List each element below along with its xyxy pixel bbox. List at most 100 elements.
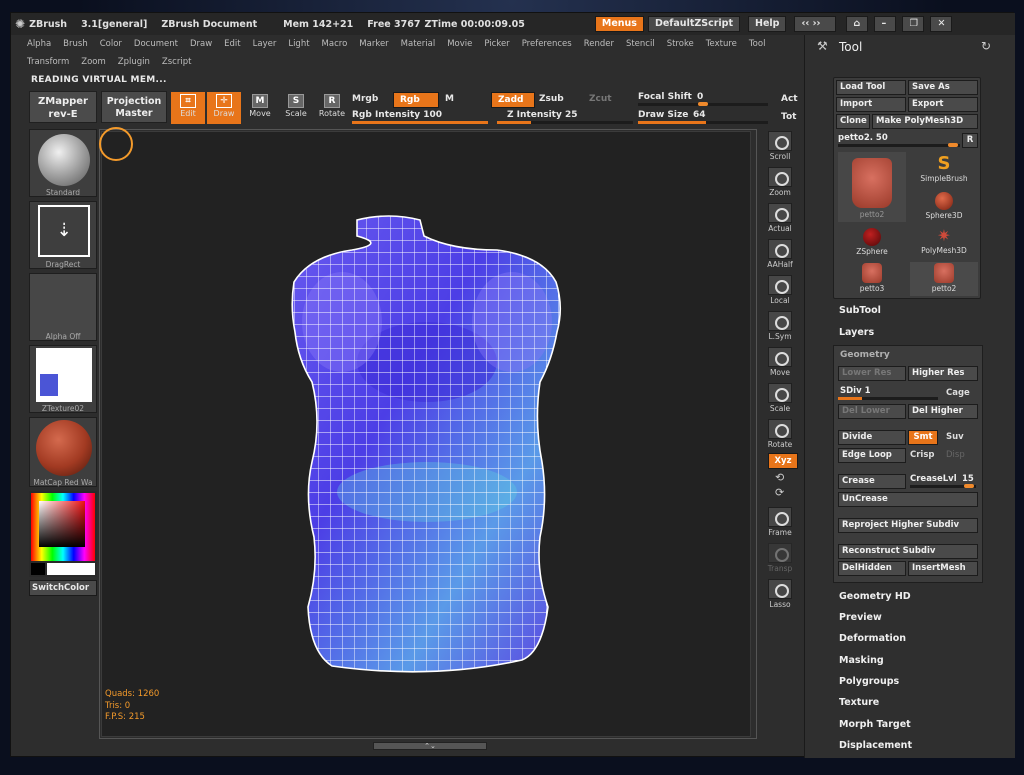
menu-texture[interactable]: Texture — [706, 39, 737, 49]
menu-light[interactable]: Light — [288, 39, 309, 49]
crease-level-slider[interactable] — [910, 484, 976, 488]
crease-button[interactable]: Crease — [838, 474, 906, 489]
menu-zoom[interactable]: Zoom — [81, 57, 106, 67]
default-zscript-button[interactable]: DefaultZScript — [647, 16, 741, 32]
rotate-view-button[interactable]: Rotate — [763, 419, 797, 449]
edit-button[interactable]: ⌗ Edit — [171, 92, 205, 124]
projection-master-button[interactable]: Projection Master — [101, 91, 167, 123]
menu-movie[interactable]: Movie — [447, 39, 472, 49]
alpha-tile[interactable]: Alpha Off — [29, 273, 97, 341]
switch-color-button[interactable]: SwitchColor — [29, 580, 97, 596]
focal-shift-slider[interactable] — [638, 102, 768, 106]
move-view-button[interactable]: Move — [763, 347, 797, 377]
maximize-icon[interactable]: ❐ — [902, 16, 925, 32]
smt-toggle[interactable]: Smt — [908, 430, 938, 445]
frame-button[interactable]: Frame — [763, 507, 797, 537]
draw-button[interactable]: ✛ Draw — [207, 92, 241, 124]
menus-button[interactable]: Menus — [594, 16, 644, 32]
zoom-button[interactable]: Zoom — [763, 167, 797, 197]
del-higher-button[interactable]: Del Higher — [908, 404, 978, 419]
z-intensity-slider[interactable] — [497, 121, 633, 124]
menu-marker[interactable]: Marker — [359, 39, 388, 49]
nav-arrows-button[interactable]: ‹‹ ›› — [794, 16, 837, 32]
menu-macro[interactable]: Macro — [322, 39, 348, 49]
geometry-title[interactable]: Geometry — [840, 350, 890, 360]
tool-thumb-polymesh3d[interactable]: ✷ PolyMesh3D — [910, 226, 978, 260]
menu-draw[interactable]: Draw — [190, 39, 212, 49]
export-button[interactable]: Export — [908, 97, 978, 112]
rotate-axis-icon[interactable]: ⟲ — [775, 471, 784, 484]
menu-material[interactable]: Material — [401, 39, 436, 49]
menu-brush[interactable]: Brush — [63, 39, 88, 49]
deformation-section[interactable]: Deformation — [839, 633, 906, 644]
secondary-color-swatch[interactable] — [47, 563, 95, 575]
color-saturation-square[interactable] — [39, 501, 85, 547]
zmapper-button[interactable]: ZMapper rev-E — [29, 91, 97, 123]
menu-preferences[interactable]: Preferences — [522, 39, 572, 49]
morph-target-section[interactable]: Morph Target — [839, 719, 911, 730]
menu-edit[interactable]: Edit — [224, 39, 240, 49]
xyz-button[interactable]: Xyz — [768, 453, 798, 469]
menu-layer[interactable]: Layer — [253, 39, 277, 49]
crisp-toggle[interactable]: Crisp — [910, 450, 935, 460]
primary-color-swatch[interactable] — [31, 563, 45, 575]
menu-alpha[interactable]: Alpha — [27, 39, 51, 49]
rgb-button[interactable]: Rgb — [393, 92, 439, 108]
move-button[interactable]: M Move — [243, 92, 277, 124]
masking-section[interactable]: Masking — [839, 655, 884, 666]
menu-tool[interactable]: Tool — [749, 39, 766, 49]
help-button[interactable]: Help — [748, 16, 787, 32]
tool-thumb-simplebrush[interactable]: S SimpleBrush — [910, 154, 978, 188]
crease-level-knob[interactable] — [964, 484, 974, 488]
current-tool-knob[interactable] — [948, 143, 958, 147]
stroke-tile[interactable]: ⇣ DragRect — [29, 201, 97, 269]
tool-thumb-petto2[interactable]: petto2 — [910, 262, 978, 296]
draw-size-slider[interactable] — [638, 121, 768, 124]
focal-shift-knob[interactable] — [698, 102, 708, 106]
disp-slider[interactable]: Disp — [946, 450, 965, 460]
texture-section[interactable]: Texture — [839, 697, 879, 708]
reconstruct-subdiv-button[interactable]: Reconstruct Subdiv — [838, 544, 978, 559]
bottom-shelf-toggle[interactable]: ⌃⌄ — [373, 742, 487, 750]
scale-view-button[interactable]: Scale — [763, 383, 797, 413]
close-icon[interactable]: ✕ — [930, 16, 953, 32]
subtool-section[interactable]: SubTool — [839, 305, 881, 316]
delhidden-button[interactable]: DelHidden — [838, 561, 906, 576]
menu-picker[interactable]: Picker — [484, 39, 509, 49]
tool-thumb-petto3[interactable]: petto3 — [838, 262, 906, 296]
cage-button[interactable]: Cage — [946, 388, 970, 398]
menu-document[interactable]: Document — [134, 39, 178, 49]
texture-tile[interactable]: ZTexture02 — [29, 345, 97, 413]
menu-render[interactable]: Render — [584, 39, 614, 49]
tool-thumb-zsphere[interactable]: ZSphere — [838, 226, 906, 260]
reproject-higher-subdiv-button[interactable]: Reproject Higher Subdiv — [838, 518, 978, 533]
current-tool-slider[interactable] — [838, 143, 960, 147]
lasso-button[interactable]: Lasso — [763, 579, 797, 609]
load-tool-button[interactable]: Load Tool — [836, 80, 906, 95]
menu-zscript[interactable]: Zscript — [162, 57, 192, 67]
document-canvas[interactable] — [101, 131, 751, 737]
make-polymesh-button[interactable]: Make PolyMesh3D — [872, 114, 978, 129]
clone-button[interactable]: Clone — [836, 114, 870, 129]
menu-stroke[interactable]: Stroke — [667, 39, 694, 49]
palette-refresh-icon[interactable]: ↻ — [981, 39, 991, 53]
local-button[interactable]: Local — [763, 275, 797, 305]
displacement-section[interactable]: Displacement — [839, 740, 912, 751]
lower-res-button[interactable]: Lower Res — [838, 366, 906, 381]
sdiv-slider[interactable] — [838, 397, 938, 400]
scale-button[interactable]: S Scale — [279, 92, 313, 124]
menu-zplugin[interactable]: Zplugin — [118, 57, 150, 67]
higher-res-button[interactable]: Higher Res — [908, 366, 978, 381]
scroll-button[interactable]: Scroll — [763, 131, 797, 161]
insertmesh-button[interactable]: InsertMesh — [908, 561, 978, 576]
zcut-button[interactable]: Zcut — [589, 94, 612, 104]
menu-transform[interactable]: Transform — [27, 57, 69, 67]
lock-icon[interactable]: ⌂ — [846, 16, 869, 32]
brush-tile[interactable]: Standard — [29, 129, 97, 197]
mrgb-button[interactable]: Mrgb — [352, 94, 378, 104]
rotate-button[interactable]: R Rotate — [315, 92, 349, 124]
edge-loop-button[interactable]: Edge Loop — [838, 448, 906, 463]
transp-button[interactable]: Transp — [763, 543, 797, 573]
tool-thumb-sphere3d[interactable]: Sphere3D — [910, 190, 978, 224]
del-lower-button[interactable]: Del Lower — [838, 404, 906, 419]
